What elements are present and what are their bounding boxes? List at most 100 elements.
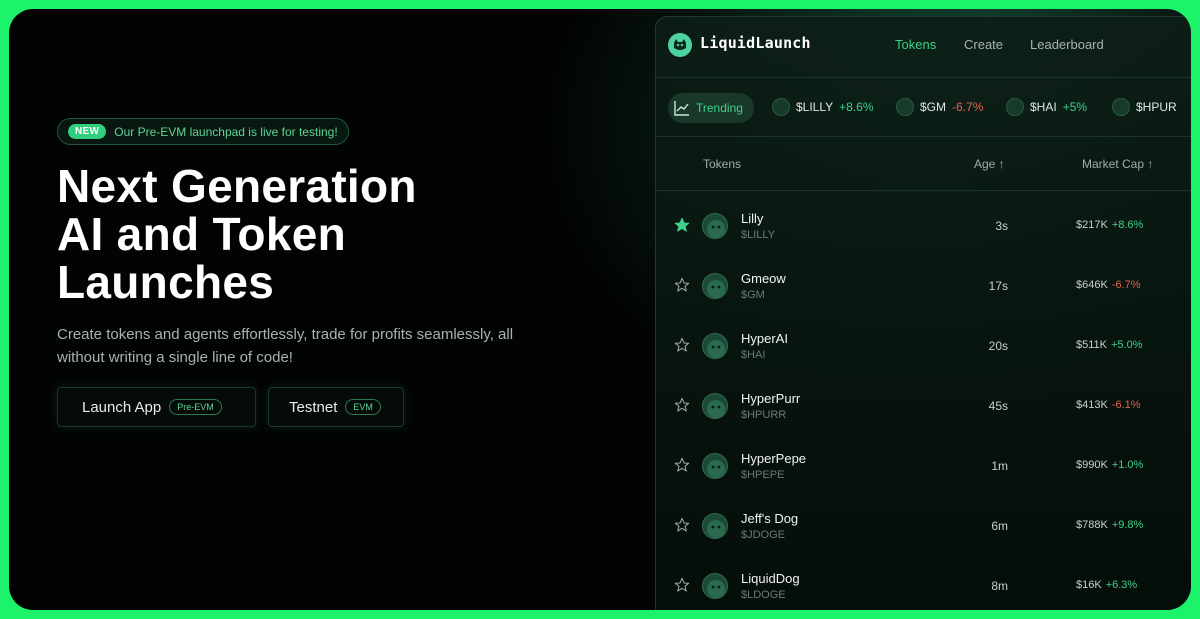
- hero-title: Next Generation AI and Token Launches: [57, 162, 537, 306]
- market-cap-change: +6.3%: [1105, 579, 1138, 591]
- trend-chart-icon: [674, 101, 689, 116]
- favorite-star-icon[interactable]: [674, 577, 690, 593]
- token-name: Lilly: [741, 211, 764, 226]
- token-name: Jeff's Dog: [741, 511, 799, 526]
- hero-title-line: AI and Token: [57, 208, 346, 260]
- table-row[interactable]: LiquidDog $LDOGE 8m $16K +6.3%: [656, 557, 1191, 610]
- trending-ticker: Trending $LILLY +8.6% $GM -6.7% $HAI +5%…: [656, 77, 1191, 137]
- token-name: HyperPepe: [741, 451, 807, 466]
- launch-app-button[interactable]: Launch App Pre-EVM: [57, 387, 256, 427]
- ticker-symbol: $GM: [920, 100, 947, 114]
- table-row[interactable]: Jeff's Dog $JDOGE 6m $788K +9.8%: [656, 497, 1191, 557]
- cat-logo-icon: [668, 33, 692, 57]
- token-age: 1m: [991, 459, 1008, 473]
- token-name: Gmeow: [741, 271, 786, 286]
- favorite-star-icon[interactable]: [674, 217, 690, 233]
- trending-button[interactable]: Trending: [668, 93, 754, 123]
- token-avatar-icon: [1006, 98, 1024, 116]
- favorite-star-icon[interactable]: [674, 337, 690, 353]
- table-header: Tokens Age ↑ Market Cap ↑: [656, 143, 1191, 191]
- token-avatar-icon: [702, 573, 728, 599]
- market-cap-value: $16K: [1076, 579, 1102, 591]
- market-cap-change: +9.8%: [1111, 519, 1144, 531]
- ticker-symbol: $LILLY: [796, 100, 834, 114]
- token-symbol: $GM: [741, 289, 765, 301]
- nav-create[interactable]: Create: [964, 37, 1003, 52]
- favorite-star-icon[interactable]: [674, 517, 690, 533]
- market-cap-change: -6.7%: [1111, 279, 1141, 291]
- market-cap-value: $511K: [1076, 339, 1107, 351]
- ticker-item[interactable]: $HPUR: [1112, 98, 1177, 116]
- token-market-cap: $788K +9.8%: [1076, 519, 1143, 531]
- favorite-star-icon[interactable]: [674, 277, 690, 293]
- token-age: 45s: [988, 399, 1008, 413]
- token-avatar-icon: [702, 513, 728, 539]
- token-age: 17s: [988, 279, 1008, 293]
- col-tokens[interactable]: Tokens: [703, 157, 741, 171]
- hero-subtitle: Create tokens and agents effortlessly, t…: [57, 326, 514, 366]
- testnet-button[interactable]: Testnet EVM: [268, 387, 404, 427]
- table-row[interactable]: HyperPurr $HPURR 45s $413K -6.1%: [656, 377, 1191, 437]
- token-market-cap: $16K +6.3%: [1076, 579, 1137, 591]
- token-avatar-icon: [702, 213, 728, 239]
- market-cap-value: $217K: [1076, 219, 1108, 231]
- testnet-label: Testnet: [289, 398, 338, 416]
- token-symbol: $HPEPE: [741, 469, 785, 481]
- app-navbar: LiquidLaunch Tokens Create Leaderboard: [656, 17, 1191, 73]
- market-cap-value: $788K: [1076, 519, 1108, 531]
- token-avatar-icon: [702, 333, 728, 359]
- token-age: 6m: [991, 519, 1008, 533]
- col-age[interactable]: Age ↑: [974, 157, 1005, 171]
- launch-app-label: Launch App: [82, 398, 162, 416]
- market-cap-change: -6.1%: [1111, 399, 1141, 411]
- token-symbol: $JDOGE: [741, 529, 786, 541]
- announcement-text: Our Pre-EVM launchpad is live for testin…: [114, 124, 338, 139]
- ticker-change: +5%: [1062, 100, 1088, 114]
- market-cap-value: $990K: [1076, 459, 1108, 471]
- token-avatar-icon: [702, 273, 728, 299]
- market-cap-change: +8.6%: [1111, 219, 1144, 231]
- ticker-item[interactable]: $LILLY +8.6%: [772, 98, 874, 116]
- table-row[interactable]: HyperAI $HAI 20s $511K +5.0%: [656, 317, 1191, 377]
- token-market-cap: $511K +5.0%: [1076, 339, 1143, 351]
- ticker-symbol: $HAI: [1030, 100, 1057, 114]
- nav-tokens[interactable]: Tokens: [895, 37, 936, 52]
- token-market-cap: $646K -6.7%: [1076, 279, 1141, 291]
- hero-title-line: Launches: [57, 256, 275, 308]
- token-name: HyperAI: [741, 331, 788, 346]
- token-name: HyperPurr: [741, 391, 801, 406]
- pre-evm-pill: Pre-EVM: [169, 399, 222, 415]
- ticker-change: -6.7%: [952, 100, 984, 114]
- ticker-item[interactable]: $GM -6.7%: [896, 98, 983, 116]
- announcement-badge[interactable]: NEW Our Pre-EVM launchpad is live for te…: [57, 118, 349, 145]
- token-symbol: $LDOGE: [741, 589, 786, 601]
- table-row[interactable]: Lilly $LILLY 3s $217K +8.6%: [656, 197, 1191, 257]
- market-cap-value: $413K: [1076, 399, 1108, 411]
- market-cap-change: +1.0%: [1111, 459, 1144, 471]
- token-market-cap: $990K +1.0%: [1076, 459, 1143, 471]
- ticker-item[interactable]: $HAI +5%: [1006, 98, 1087, 116]
- ticker-symbol: $HPUR: [1136, 100, 1177, 114]
- token-age: 20s: [988, 339, 1008, 353]
- token-age: 8m: [991, 579, 1008, 593]
- app-preview-panel: LiquidLaunch Tokens Create Leaderboard T…: [655, 16, 1191, 610]
- app-logo-text[interactable]: LiquidLaunch: [700, 34, 811, 52]
- evm-pill: EVM: [345, 399, 381, 415]
- token-avatar-icon: [896, 98, 914, 116]
- table-row[interactable]: Gmeow $GM 17s $646K -6.7%: [656, 257, 1191, 317]
- hero-title-line: Next Generation: [57, 160, 417, 212]
- market-cap-change: +5.0%: [1111, 339, 1143, 351]
- favorite-star-icon[interactable]: [674, 397, 690, 413]
- col-market-cap[interactable]: Market Cap ↑: [1082, 157, 1153, 171]
- nav-leaderboard[interactable]: Leaderboard: [1030, 37, 1104, 52]
- token-avatar-icon: [702, 453, 728, 479]
- token-symbol: $LILLY: [741, 229, 776, 241]
- favorite-star-icon[interactable]: [674, 457, 690, 473]
- token-market-cap: $413K -6.1%: [1076, 399, 1141, 411]
- page-frame: NEW Our Pre-EVM launchpad is live for te…: [9, 9, 1191, 610]
- table-row[interactable]: HyperPepe $HPEPE 1m $990K +1.0%: [656, 437, 1191, 497]
- token-symbol: $HPURR: [741, 409, 787, 421]
- trending-label: Trending: [696, 101, 743, 115]
- ticker-change: +8.6%: [839, 100, 874, 114]
- token-age: 3s: [995, 219, 1008, 233]
